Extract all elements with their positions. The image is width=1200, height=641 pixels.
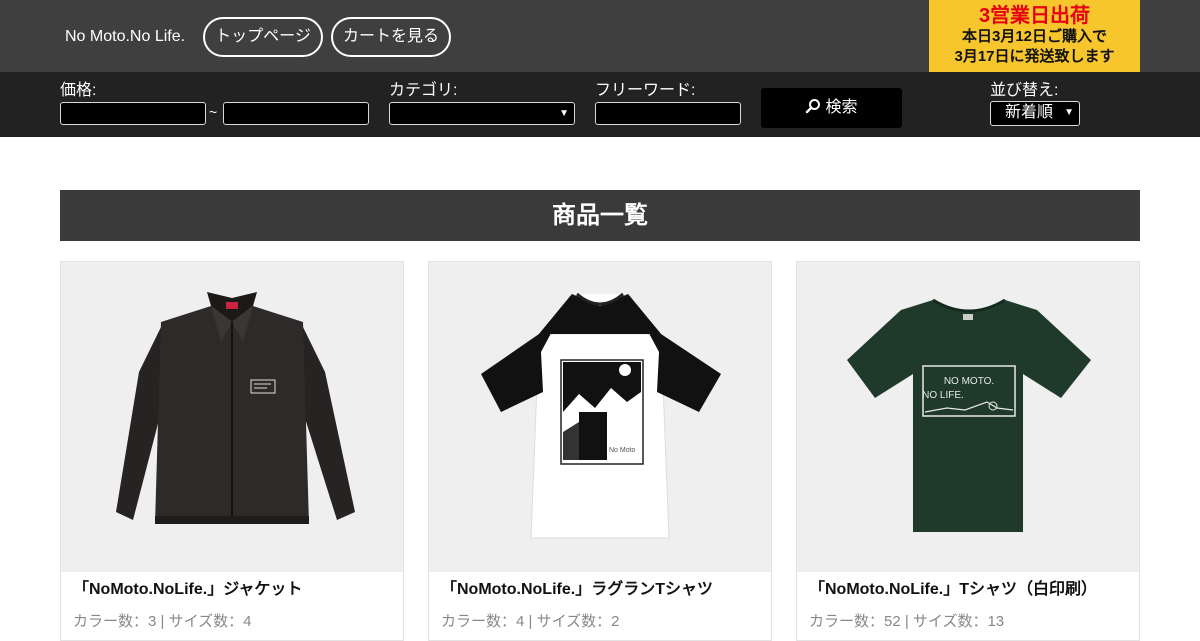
sort-selected-value: 新着順 bbox=[1005, 104, 1054, 121]
price-max-input[interactable] bbox=[223, 102, 369, 125]
brand-name[interactable]: No Moto.No Life. bbox=[65, 27, 185, 47]
freeword-label: フリーワード: bbox=[595, 82, 696, 99]
view-cart-button[interactable]: カートを見る bbox=[331, 17, 451, 57]
freeword-input[interactable] bbox=[595, 102, 741, 125]
product-variants: カラー数：3 | サイズ数：4 bbox=[73, 613, 252, 630]
sort-select[interactable]: 新着順 ▼ bbox=[990, 101, 1080, 126]
raglan-tshirt-image: No Moto bbox=[481, 292, 721, 539]
product-name[interactable]: 「NoMoto.NoLife.」ジャケット bbox=[73, 580, 302, 600]
category-select[interactable]: ▼ bbox=[389, 102, 575, 125]
top-page-button[interactable]: トップページ bbox=[203, 17, 323, 57]
product-card[interactable]: NO MOTO. NO LIFE. 「NoMoto.NoLife.」Tシャツ（白… bbox=[796, 261, 1140, 641]
product-name[interactable]: 「NoMoto.NoLife.」ラグランTシャツ bbox=[441, 580, 713, 600]
price-separator: ~ bbox=[209, 104, 218, 120]
search-button-label: 検索 bbox=[825, 99, 858, 116]
product-image[interactable] bbox=[61, 262, 403, 572]
product-name[interactable]: 「NoMoto.NoLife.」Tシャツ（白印刷） bbox=[809, 580, 1097, 600]
search-button[interactable]: 検索 bbox=[761, 88, 902, 128]
product-card[interactable]: 「NoMoto.NoLife.」ジャケット カラー数：3 | サイズ数：4 bbox=[60, 261, 404, 641]
sort-label: 並び替え: bbox=[990, 82, 1059, 99]
black-jacket-image bbox=[116, 292, 355, 524]
search-icon bbox=[806, 99, 821, 114]
site-header: No Moto.No Life. トップページ カートを見る 3営業日出荷 本日… bbox=[0, 0, 1200, 72]
product-image[interactable]: NO MOTO. NO LIFE. bbox=[797, 262, 1139, 572]
chevron-down-icon: ▼ bbox=[559, 108, 569, 119]
shipping-promo-banner: 3営業日出荷 本日3月12日ご購入で 3月17日に発送致します bbox=[929, 0, 1140, 72]
category-label: カテゴリ: bbox=[389, 82, 458, 99]
svg-text:No Moto: No Moto bbox=[609, 447, 636, 454]
green-tshirt-image: NO MOTO. NO LIFE. bbox=[847, 298, 1091, 532]
search-filter-bar: 価格: ~ カテゴリ: ▼ フリーワード: 検索 並び替え: 新着順 ▼ bbox=[0, 72, 1200, 137]
product-image[interactable]: No Moto bbox=[429, 262, 771, 572]
chevron-down-icon: ▼ bbox=[1064, 107, 1074, 118]
svg-text:NO MOTO.: NO MOTO. bbox=[944, 376, 994, 387]
promo-order-date: 本日3月12日ご購入で bbox=[961, 28, 1108, 45]
product-variants: カラー数：52 | サイズ数：13 bbox=[809, 613, 1005, 630]
promo-ship-date: 3月17日に発送致します bbox=[954, 48, 1115, 65]
product-card[interactable]: No Moto 「NoMoto.NoLife.」ラグランTシャツ カラー数：4 … bbox=[428, 261, 772, 641]
price-label: 価格: bbox=[60, 82, 97, 99]
product-variants: カラー数：4 | サイズ数：2 bbox=[441, 613, 620, 630]
svg-text:NO LIFE.: NO LIFE. bbox=[922, 390, 964, 401]
promo-headline: 3営業日出荷 bbox=[978, 5, 1091, 27]
page-title: 商品一覧 bbox=[60, 190, 1140, 241]
price-min-input[interactable] bbox=[60, 102, 206, 125]
